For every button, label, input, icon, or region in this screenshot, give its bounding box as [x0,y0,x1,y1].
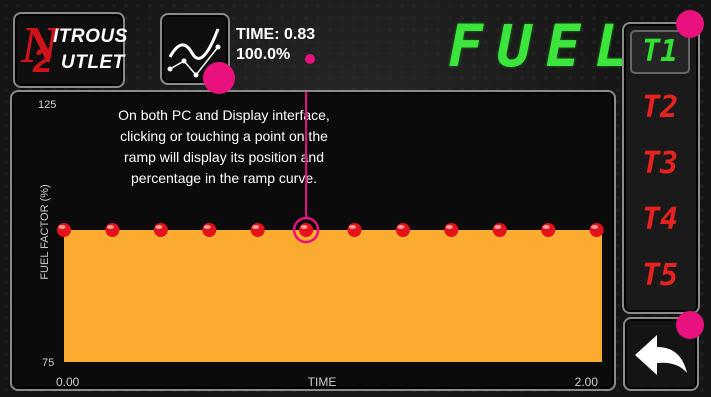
tune-tabs: T1 T2 T3 T4 T5 [622,22,700,314]
time-value: TIME: 0.83 [236,26,316,43]
ramp-point-marker[interactable] [250,223,265,237]
ramp-chart-panel[interactable]: 125 75 FUEL FACTOR (%) 0.00 2.00 TIME On… [10,90,616,391]
ramp-point-shine [494,225,502,229]
ramp-point[interactable] [541,223,556,237]
ramp-point-marker[interactable] [105,223,120,237]
tab-t5[interactable]: T5 [630,254,690,298]
annotation-line: ramp will display its position and [124,149,324,165]
ramp-point[interactable] [395,223,410,237]
ramp-point-shine [106,225,114,229]
callout-dot-back [676,311,704,339]
ramp-point-shine [203,225,211,229]
ramp-point-marker[interactable] [57,223,71,237]
ramp-point-marker[interactable] [589,223,604,237]
x-axis-label: TIME [308,375,337,389]
ramp-point-shine [349,225,357,229]
percent-value: 100.0% [236,46,291,63]
annotation-line: percentage in the ramp curve. [131,170,317,186]
y-tick-max: 125 [38,99,56,111]
ramp-point-marker[interactable] [492,223,507,237]
ramp-point[interactable] [347,223,362,237]
logo-line2: UTLET [61,52,125,73]
ramp-point-marker[interactable] [299,223,314,237]
ramp-point[interactable] [57,223,71,237]
ramp-point[interactable] [492,223,507,237]
page-title: FUEL [448,12,644,80]
ramp-point-shine [542,225,550,229]
ramp-point[interactable] [202,223,217,237]
ramp-point-shine [397,225,405,229]
tab-t3[interactable]: T3 [630,142,690,186]
ramp-point[interactable] [444,223,459,237]
nitrous-outlet-logo: N 2 ITROUS UTLET [13,12,128,88]
x-tick-min: 0.00 [56,375,80,389]
ramp-point-marker[interactable] [444,223,459,237]
callout-dot-pointer [305,54,315,64]
ramp-point-marker[interactable] [153,223,168,237]
ramp-annotation: On both PC and Display interface, clickin… [118,107,330,186]
ramp-point[interactable] [589,223,604,237]
ramp-point-marker[interactable] [395,223,410,237]
ramp-point-shine [445,225,453,229]
time-readout: TIME: 0.83 100.0% [236,25,315,65]
ramp-point[interactable] [250,223,265,237]
tab-t4[interactable]: T4 [630,198,690,242]
tab-t2[interactable]: T2 [630,86,690,130]
ramp-point-marker[interactable] [347,223,362,237]
annotation-line: clicking or touching a point on the [120,128,328,144]
ramp-point-shine [155,225,163,229]
ramp-point-shine [300,225,308,229]
ramp-point-marker[interactable] [202,223,217,237]
y-axis-label: FUEL FACTOR (%) [39,184,51,279]
ramp-point-marker[interactable] [541,223,556,237]
ramp-point-shine [58,225,66,229]
logo-digit: 2 [33,42,52,80]
callout-dot-readout [203,62,235,94]
ramp-point-shine [252,225,260,229]
tab-t1[interactable]: T1 [630,30,690,74]
ramp-point[interactable] [105,223,120,237]
ramp-chart[interactable]: 125 75 FUEL FACTOR (%) 0.00 2.00 TIME On… [12,92,614,389]
x-tick-max: 2.00 [575,375,599,389]
callout-dot-tabs [676,10,704,38]
ramp-point-shine [591,225,599,229]
logo-line1: ITROUS [53,26,128,47]
annotation-line: On both PC and Display interface, [118,107,330,123]
ramp-fill-area [64,230,602,362]
ramp-point[interactable] [153,223,168,237]
y-tick-min: 75 [42,357,54,369]
